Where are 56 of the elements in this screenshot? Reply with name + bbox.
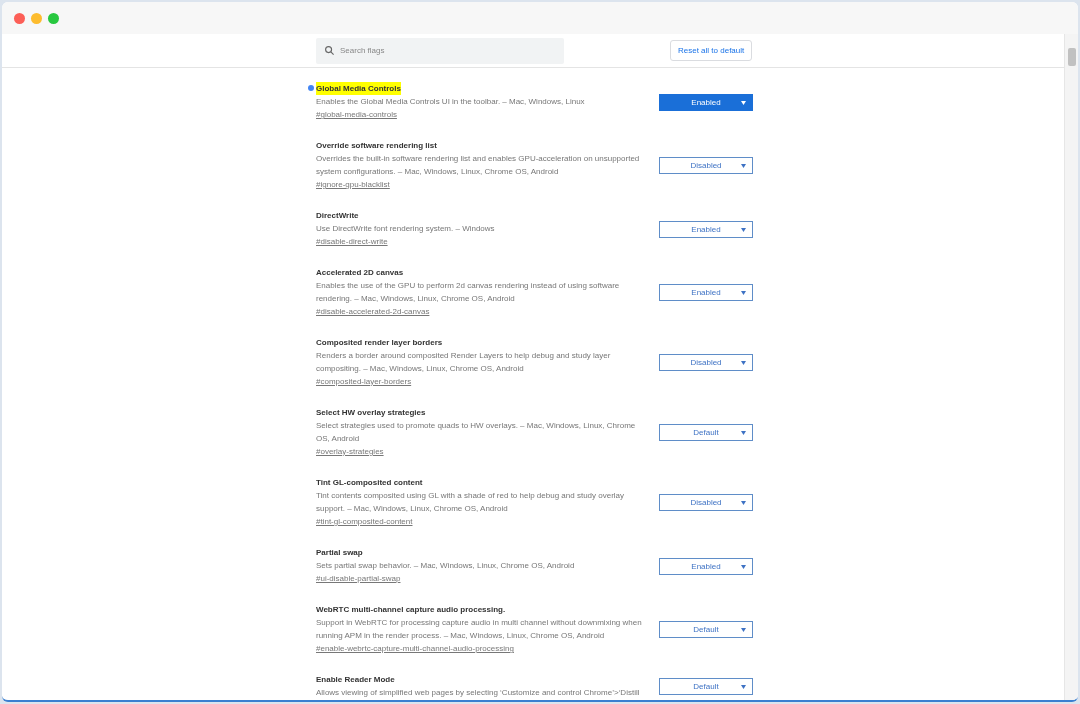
caret-icon bbox=[741, 684, 746, 689]
flag-dropdown[interactable]: Default bbox=[659, 677, 753, 695]
flag-title: Override software rendering list bbox=[316, 140, 437, 152]
flag-dropdown[interactable]: Default bbox=[659, 621, 753, 638]
flag-dropdown[interactable]: Enabled bbox=[659, 93, 753, 111]
flag-description: Overrides the built-in software rendering list and enables GPU-acceleration on unsupported system configurations. – Mac, Windows, Linux, Chrome OS, Android bbox=[316, 153, 641, 178]
flag-title: Partial swap bbox=[316, 547, 363, 559]
flag-link[interactable]: #ui-disable-partial-swap bbox=[316, 572, 401, 586]
scrollbar-thumb[interactable] bbox=[1067, 48, 1076, 66]
flag-title: Global Media Controls bbox=[316, 82, 401, 95]
flag-description: Enables the Global Media Controls UI in the toolbar. – Mac, Windows, Linux bbox=[316, 96, 586, 108]
caret-icon bbox=[741, 361, 746, 365]
caret-icon bbox=[741, 564, 746, 569]
flag-link[interactable]: #overlay-strategies bbox=[316, 445, 384, 459]
caret-icon bbox=[741, 628, 746, 632]
maximize-icon[interactable] bbox=[48, 12, 59, 24]
flag-description: Sets partial swap behavior. – Mac, Windows, Linux, Chrome OS, Android bbox=[316, 560, 576, 572]
flag-title: Select HW overlay strategies bbox=[316, 407, 426, 419]
flag-link[interactable]: #ignore-gpu-blacklist bbox=[316, 178, 390, 192]
caret-icon bbox=[741, 291, 746, 295]
flag-title: Accelerated 2D canvas bbox=[316, 267, 404, 279]
caret-icon bbox=[741, 164, 746, 168]
search-field[interactable]: Search flags bbox=[316, 37, 564, 64]
flag-dropdown[interactable]: Disabled bbox=[659, 494, 753, 511]
flag-description: Allows viewing of simplified web pages by selecting ‘Customize and control Chrome’>‘Distill bbox=[316, 687, 641, 699]
close-icon[interactable] bbox=[14, 12, 25, 24]
flag-link[interactable]: #disable-direct-write bbox=[316, 235, 388, 249]
flag-dropdown[interactable]: Disabled bbox=[659, 157, 753, 174]
minimize-icon[interactable] bbox=[31, 12, 42, 24]
flag-description: Select strategies used to promote quads to HW overlays. – Mac, Windows, Linux, Chrome OS, Android bbox=[316, 420, 637, 445]
caret-icon bbox=[741, 431, 746, 435]
flag-link[interactable]: #composited-layer-borders bbox=[316, 375, 412, 389]
flag-title: Tint GL-composited content bbox=[316, 477, 423, 489]
flag-title: Composited render layer borders bbox=[316, 337, 443, 349]
flag-description: Renders a border around composited Render Layers to help debug and study layer compositing. – Mac, Windows, Linux, Chrome OS, Android bbox=[316, 350, 612, 375]
flag-dropdown[interactable]: Enabled bbox=[659, 220, 753, 238]
flag-dropdown[interactable]: Default bbox=[659, 424, 753, 441]
flag-description: Use DirectWrite font rendering system. – Windows bbox=[316, 223, 496, 235]
flag-description: Tint contents composited using GL with a shade of red to help debug and study overlay support. – Mac, Windows, Linux, Chrome OS, Android bbox=[316, 490, 626, 515]
caret-icon bbox=[741, 227, 746, 232]
reset-all-button[interactable]: Reset all to default bbox=[670, 40, 753, 61]
flag-title: WebRTC multi-channel capture audio processing. bbox=[316, 604, 506, 616]
flag-dropdown[interactable]: Enabled bbox=[659, 284, 753, 301]
flag-link[interactable]: #global-media-controls bbox=[316, 108, 397, 122]
flag-dropdown[interactable]: Disabled bbox=[659, 354, 753, 371]
scrollbar[interactable] bbox=[1064, 34, 1078, 700]
flag-title: Enable Reader Mode bbox=[316, 674, 395, 686]
flag-link[interactable]: #disable-accelerated-2d-canvas bbox=[316, 305, 430, 319]
flag-title: DirectWrite bbox=[316, 210, 359, 222]
flag-link[interactable]: #enable-webrtc-capture-multi-channel-audio-processing bbox=[316, 642, 514, 656]
flag-description: Support in WebRTC for processing capture audio in multi channel without downmixing when running APM in the render process. – Mac, Windows, Linux, Chrome OS, Android bbox=[316, 617, 643, 642]
flag-dropdown[interactable]: Enabled bbox=[659, 557, 753, 575]
flag-link[interactable]: #tint-gl-composited-content bbox=[316, 515, 413, 529]
flag-description: Enables the use of the GPU to perform 2d canvas rendering instead of using software rendering. – Mac, Windows, Linux, Chrome OS, Android bbox=[316, 280, 621, 305]
caret-icon bbox=[741, 501, 746, 505]
caret-icon bbox=[741, 100, 746, 105]
